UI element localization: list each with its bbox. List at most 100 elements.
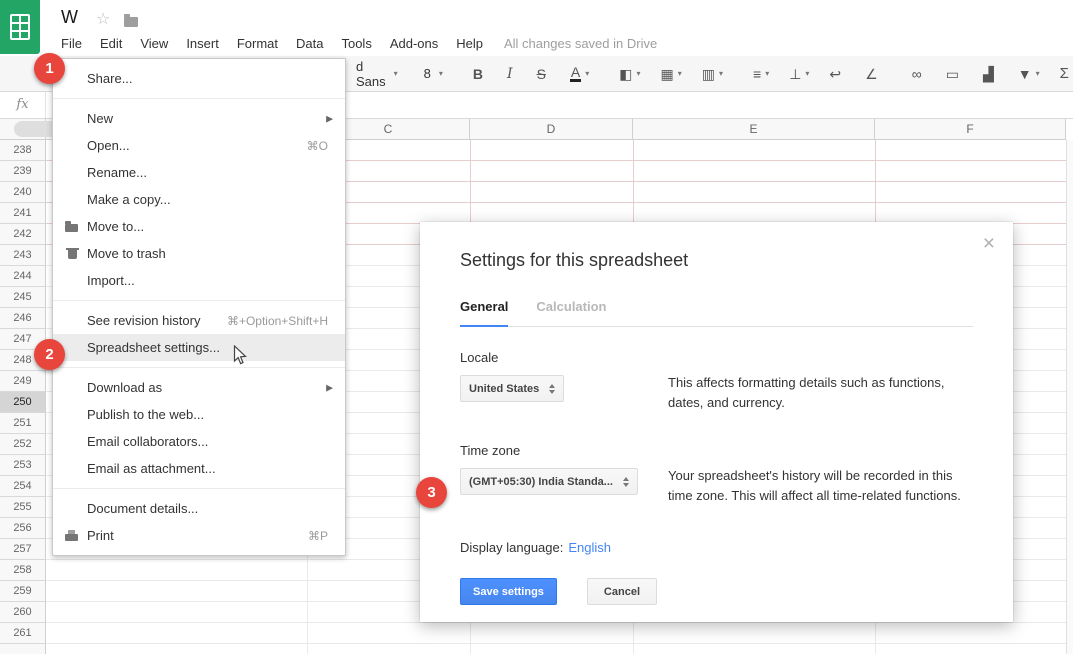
font-size-selector[interactable]: 8 ▾ — [416, 62, 451, 86]
filter-button[interactable]: ▼ ▾ — [1006, 62, 1048, 86]
borders-button[interactable]: ▦ ▾ — [649, 62, 690, 86]
fill-color-button[interactable]: ◧ ▾ — [607, 62, 648, 86]
menu-item-shortcut: ⌘+Option+Shift+H — [227, 314, 328, 328]
file-menu-item[interactable]: Make a copy... — [53, 186, 345, 213]
row-header[interactable]: 261 — [0, 623, 45, 644]
file-menu-item[interactable]: Share... — [53, 65, 345, 92]
file-menu-item[interactable]: Spreadsheet settings... — [53, 334, 345, 361]
row-header[interactable]: 251 — [0, 413, 45, 434]
vertical-align-button[interactable]: ⊥ ▾ — [777, 62, 817, 86]
menubar-item[interactable]: Help — [447, 32, 492, 55]
dialog-tab[interactable]: General — [460, 299, 508, 327]
file-menu-item[interactable]: New ▶ — [53, 105, 345, 132]
chevron-down-icon: ▾ — [394, 69, 398, 78]
row-header[interactable]: 250 — [0, 392, 45, 413]
row-header[interactable]: 257 — [0, 539, 45, 560]
menu-item-label: Spreadsheet settings... — [87, 340, 220, 355]
column-header[interactable]: E — [633, 119, 875, 139]
menu-item-icon — [63, 105, 87, 132]
text-wrap-button[interactable]: ↩ — [817, 62, 853, 86]
menubar-item[interactable]: View — [131, 32, 177, 55]
menu-item-label: Share... — [87, 71, 133, 86]
menu-item-icon — [63, 65, 87, 92]
sheets-logo-icon[interactable] — [0, 0, 40, 54]
row-header[interactable]: 240 — [0, 182, 45, 203]
insert-chart-button[interactable]: ▟ — [971, 62, 1006, 86]
vertical-scrollbar[interactable] — [1066, 140, 1073, 654]
italic-button[interactable]: I — [495, 62, 525, 86]
row-header[interactable]: 246 — [0, 308, 45, 329]
row-header[interactable]: 242 — [0, 224, 45, 245]
dialog-tab[interactable]: Calculation — [536, 299, 606, 326]
text-color-button[interactable]: A ▾ — [558, 62, 597, 86]
menu-item-icon — [63, 401, 87, 428]
bold-button[interactable]: B — [461, 62, 495, 86]
menu-item-label: Document details... — [87, 501, 198, 516]
file-menu-item[interactable]: Import... — [53, 267, 345, 294]
text-rotate-button[interactable]: ∠ — [853, 62, 890, 86]
cancel-button[interactable]: Cancel — [587, 578, 657, 605]
file-menu-item[interactable]: Download as ▶ — [53, 374, 345, 401]
file-menu-item[interactable]: Rename... — [53, 159, 345, 186]
merge-cells-button[interactable]: ▥ ▾ — [690, 62, 731, 86]
star-icon[interactable]: ☆ — [96, 9, 110, 29]
row-header[interactable]: 255 — [0, 497, 45, 518]
file-menu-item[interactable]: Open... ⌘O — [53, 132, 345, 159]
document-title[interactable]: W — [61, 7, 78, 28]
font-family-selector[interactable]: d Sans ▾ — [348, 62, 406, 86]
menubar-item[interactable]: Add-ons — [381, 32, 447, 55]
row-headers: 238 239 240 241 242 243 244 245 246 247 … — [0, 140, 46, 654]
save-settings-button[interactable]: Save settings — [460, 578, 557, 605]
row-header[interactable]: 253 — [0, 455, 45, 476]
horizontal-align-button[interactable]: ≡ ▾ — [741, 62, 777, 86]
row-header[interactable]: 249 — [0, 371, 45, 392]
row-header[interactable]: 256 — [0, 518, 45, 539]
row-header[interactable]: 238 — [0, 140, 45, 161]
menubar-item[interactable]: File — [52, 32, 91, 55]
row-header[interactable]: 259 — [0, 581, 45, 602]
file-menu-item[interactable]: Document details... — [53, 495, 345, 522]
step-badge: 3 — [416, 477, 447, 508]
row-header[interactable]: 252 — [0, 434, 45, 455]
file-menu-item[interactable]: Move to trash — [53, 240, 345, 267]
chevron-down-icon: ▾ — [765, 69, 769, 78]
file-menu-item[interactable]: Publish to the web... — [53, 401, 345, 428]
submenu-arrow-icon: ▶ — [326, 113, 333, 124]
menu-item-label: Email as attachment... — [87, 461, 216, 476]
file-menu-item[interactable]: Move to... — [53, 213, 345, 240]
file-menu-item[interactable]: See revision history ⌘+Option+Shift+H — [53, 307, 345, 334]
row-header[interactable]: 239 — [0, 161, 45, 182]
column-header[interactable]: F — [875, 119, 1066, 139]
display-language-link[interactable]: English — [568, 540, 611, 555]
menu-item-icon — [63, 132, 87, 159]
menubar-item[interactable]: Data — [287, 32, 332, 55]
grid-row[interactable] — [46, 623, 1066, 644]
select-all-corner[interactable] — [0, 119, 46, 140]
file-menu-item[interactable]: Email collaborators... — [53, 428, 345, 455]
locale-label: Locale — [460, 350, 973, 365]
row-header[interactable]: 244 — [0, 266, 45, 287]
close-icon[interactable]: × — [983, 233, 995, 254]
menu-item-label: Print — [87, 528, 114, 543]
column-header[interactable]: D — [470, 119, 633, 139]
insert-link-button[interactable]: ∞ — [900, 62, 934, 86]
row-header[interactable]: 260 — [0, 602, 45, 623]
menubar-item[interactable]: Insert — [177, 32, 228, 55]
insert-comment-button[interactable]: ▭ — [934, 62, 971, 86]
locale-select[interactable]: United States — [460, 375, 564, 402]
file-menu-item[interactable]: Email as attachment... — [53, 455, 345, 482]
menu-item-shortcut: ⌘O — [307, 139, 328, 153]
file-menu-item[interactable]: Print ⌘P — [53, 522, 345, 549]
menubar-item[interactable]: Format — [228, 32, 287, 55]
strikethrough-button[interactable]: S — [525, 62, 558, 86]
functions-button[interactable]: Σ ▾ — [1048, 62, 1073, 86]
row-header[interactable]: 241 — [0, 203, 45, 224]
menubar-item[interactable]: Edit — [91, 32, 131, 55]
display-language-row: Display language:English — [460, 540, 973, 555]
row-header[interactable]: 254 — [0, 476, 45, 497]
row-header[interactable]: 258 — [0, 560, 45, 581]
timezone-select[interactable]: (GMT+05:30) India Standa... — [460, 468, 638, 495]
row-header[interactable]: 245 — [0, 287, 45, 308]
menubar-item[interactable]: Tools — [332, 32, 380, 55]
row-header[interactable]: 243 — [0, 245, 45, 266]
